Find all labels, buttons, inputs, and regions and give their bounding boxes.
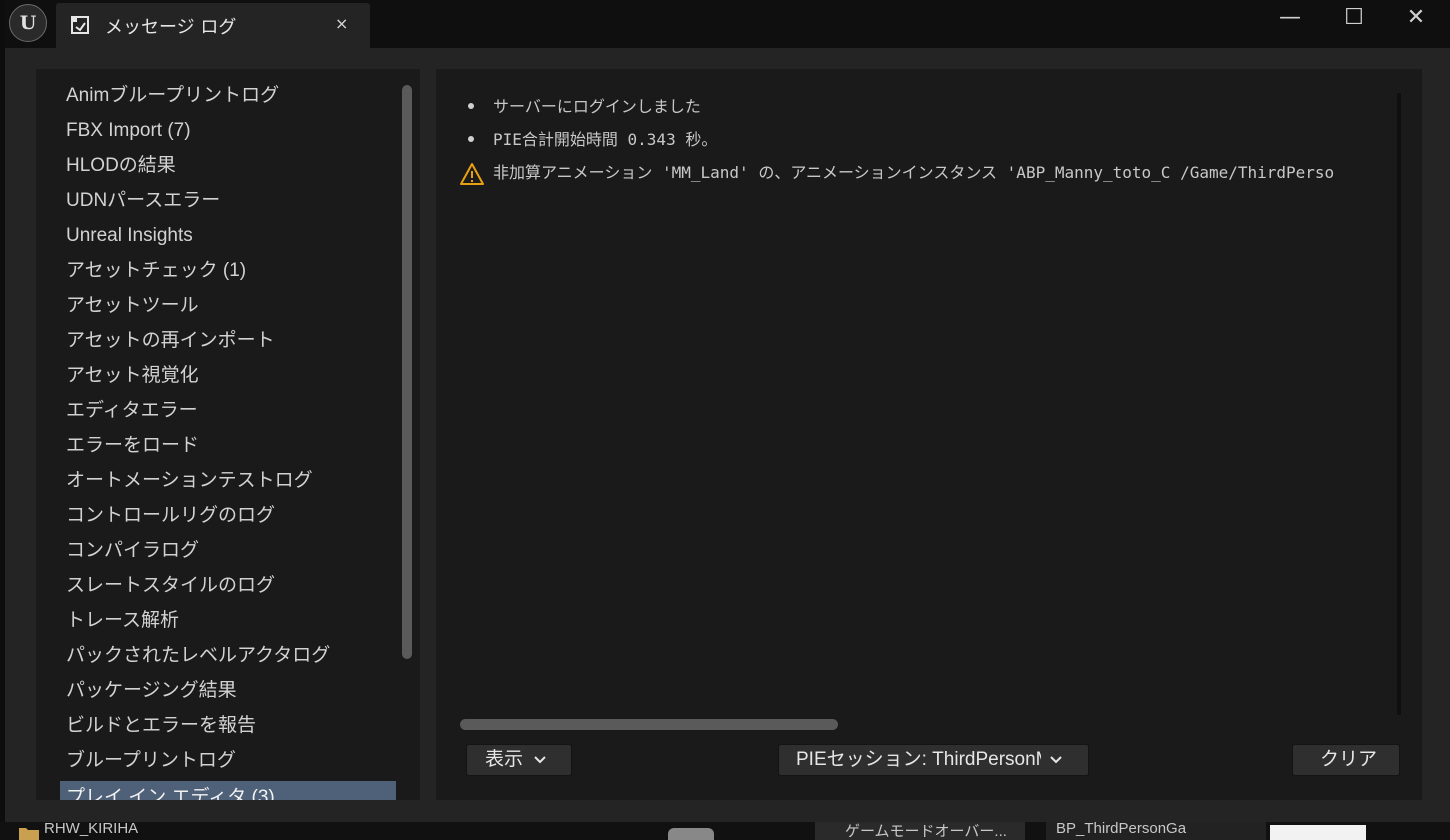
category-item[interactable]: アセット視覚化 bbox=[60, 359, 396, 393]
taskbar-tab[interactable]: BP_ThirdPersonGa bbox=[1046, 822, 1266, 840]
bullet-icon bbox=[468, 103, 474, 109]
taskbar-pill[interactable] bbox=[668, 828, 714, 840]
category-item[interactable]: FBX Import (7) bbox=[60, 114, 396, 148]
folder-icon bbox=[19, 828, 39, 840]
category-item[interactable]: UDNパースエラー bbox=[60, 184, 396, 218]
log-message-warning[interactable]: 非加算アニメーション 'MM_Land' の、アニメーションインスタンス 'AB… bbox=[436, 160, 1396, 186]
category-item[interactable]: パックされたレベルアクタログ bbox=[60, 639, 396, 673]
bullet-icon bbox=[468, 136, 474, 142]
category-item[interactable]: スレートスタイルのログ bbox=[60, 569, 396, 603]
pie-session-dropdown[interactable]: PIEセッション: ThirdPersonM bbox=[778, 744, 1089, 776]
category-item[interactable]: オートメーションテストログ bbox=[60, 464, 396, 498]
show-dropdown-button[interactable]: 表示 bbox=[466, 744, 572, 776]
close-tab-icon[interactable]: × bbox=[335, 14, 348, 33]
category-item[interactable]: エラーをロード bbox=[60, 429, 396, 463]
category-item[interactable]: アセットツール bbox=[60, 289, 396, 323]
category-item[interactable]: HLODの結果 bbox=[60, 149, 396, 183]
category-item[interactable]: パッケージング結果 bbox=[60, 674, 396, 708]
log-message[interactable]: PIE合計開始時間 0.343 秒。 bbox=[436, 127, 1396, 153]
taskbar-tab[interactable]: ゲームモードオーバー... bbox=[815, 822, 1025, 840]
maximize-button[interactable]: ☐ bbox=[1334, 4, 1374, 30]
chevron-down-icon bbox=[1050, 756, 1062, 764]
unreal-logo-icon[interactable]: U bbox=[9, 4, 47, 42]
message-list: サーバーにログインしました PIE合計開始時間 0.343 秒。 非加算アニメー… bbox=[436, 69, 1422, 800]
taskbar-folder-label[interactable]: RHW_KIRIHA bbox=[44, 822, 138, 837]
message-horizontal-scrollbar[interactable] bbox=[460, 719, 838, 730]
taskbar: RHW_KIRIHA ゲームモードオーバー... BP_ThirdPersonG… bbox=[0, 822, 1450, 840]
chevron-down-icon bbox=[534, 756, 546, 764]
category-item[interactable]: トレース解析 bbox=[60, 604, 396, 638]
tab-title: メッセージ ログ bbox=[105, 17, 237, 38]
category-item[interactable]: Animブループリントログ bbox=[60, 79, 396, 113]
tab-message-log[interactable]: メッセージ ログ × bbox=[56, 3, 370, 48]
clear-button[interactable]: クリア bbox=[1292, 744, 1400, 776]
close-window-button[interactable]: ✕ bbox=[1396, 4, 1436, 30]
category-item[interactable]: アセットの再インポート bbox=[60, 324, 396, 358]
category-item[interactable]: ビルドとエラーを報告 bbox=[60, 709, 396, 743]
minimize-button[interactable]: — bbox=[1270, 4, 1310, 30]
category-item[interactable]: エディタエラー bbox=[60, 394, 396, 428]
category-item[interactable]: ブループリントログ bbox=[60, 744, 396, 778]
category-item[interactable]: アセットチェック (1) bbox=[60, 254, 396, 288]
message-vertical-scrollbar[interactable] bbox=[1397, 93, 1401, 715]
log-message[interactable]: サーバーにログインしました bbox=[436, 94, 1396, 120]
message-log-icon bbox=[71, 16, 89, 34]
category-item[interactable]: コントロールリグのログ bbox=[60, 499, 396, 533]
warning-icon bbox=[460, 163, 484, 185]
taskbar-thumbnail bbox=[1270, 825, 1366, 840]
category-list: Animブループリントログ FBX Import (7) HLODの結果 UDN… bbox=[36, 69, 420, 800]
category-item[interactable]: Unreal Insights bbox=[60, 219, 396, 253]
category-item-selected[interactable]: プレイ イン エディタ (3) bbox=[60, 781, 396, 800]
category-item[interactable]: コンパイラログ bbox=[60, 534, 396, 568]
category-scrollbar[interactable] bbox=[402, 85, 412, 659]
